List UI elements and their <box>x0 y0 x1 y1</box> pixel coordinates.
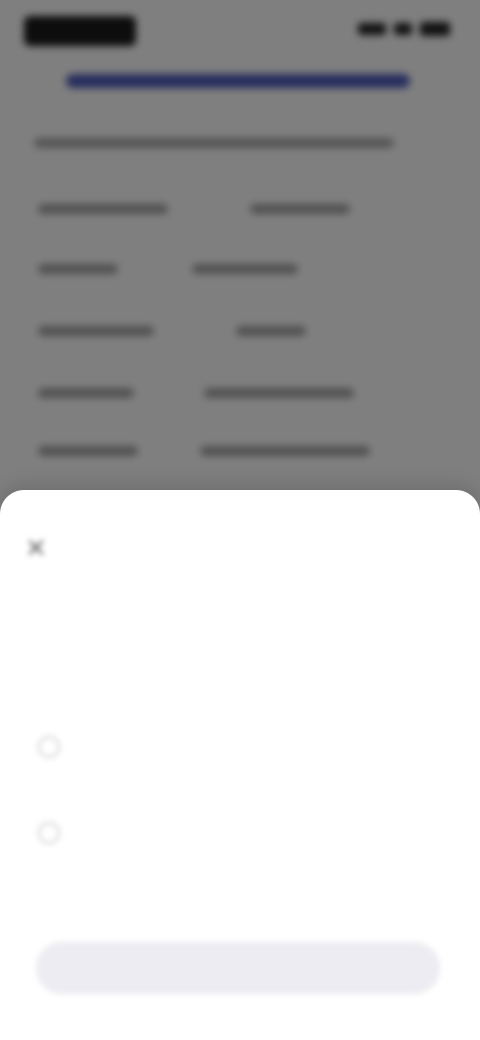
radio-icon[interactable] <box>38 822 60 844</box>
modal-scrim[interactable] <box>0 0 480 520</box>
close-icon: ✕ <box>25 533 47 563</box>
close-button[interactable]: ✕ <box>16 528 56 568</box>
option-1[interactable] <box>30 726 450 796</box>
radio-icon[interactable] <box>38 736 60 758</box>
option-2[interactable] <box>30 812 450 882</box>
primary-button[interactable] <box>36 942 440 994</box>
bottom-sheet: ✕ <box>0 490 480 1040</box>
